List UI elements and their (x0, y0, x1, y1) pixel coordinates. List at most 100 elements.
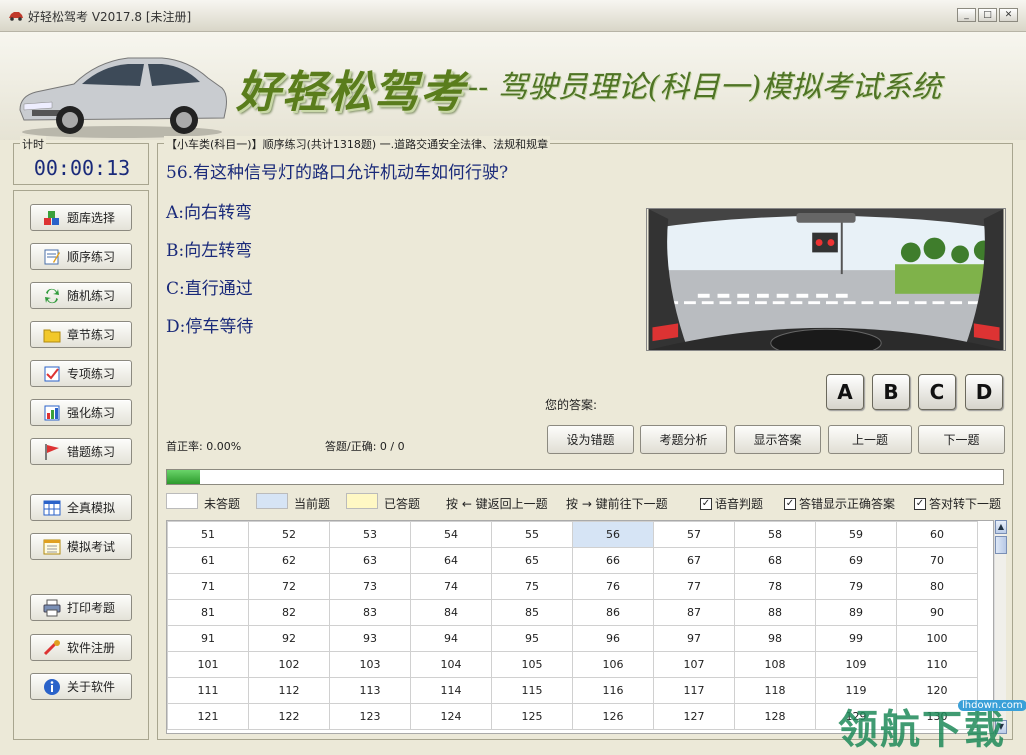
question-cell[interactable]: 58 (734, 521, 816, 548)
sidebar-item-intensive[interactable]: 强化练习 (30, 399, 132, 426)
question-cell[interactable]: 114 (410, 677, 492, 704)
question-cell[interactable]: 63 (329, 547, 411, 574)
sidebar-item-full-simulation[interactable]: 全真模拟 (30, 494, 132, 521)
sidebar-item-mock-exam[interactable]: 模拟考试 (30, 533, 132, 560)
question-cell[interactable]: 128 (734, 703, 816, 730)
question-cell[interactable]: 102 (248, 651, 330, 678)
sidebar-item-sequential[interactable]: 顺序练习 (30, 243, 132, 270)
question-cell[interactable]: 59 (815, 521, 897, 548)
question-cell[interactable]: 68 (734, 547, 816, 574)
question-cell[interactable]: 62 (248, 547, 330, 574)
prev-question-button[interactable]: 上一题 (828, 425, 912, 454)
question-cell[interactable]: 75 (491, 573, 573, 600)
question-cell[interactable]: 85 (491, 599, 573, 626)
question-cell[interactable]: 98 (734, 625, 816, 652)
question-cell[interactable]: 81 (167, 599, 249, 626)
analysis-button[interactable]: 考题分析 (640, 425, 727, 454)
answer-c-button[interactable]: C (918, 374, 956, 410)
question-cell[interactable]: 74 (410, 573, 492, 600)
question-cell[interactable]: 116 (572, 677, 654, 704)
question-cell[interactable]: 106 (572, 651, 654, 678)
minimize-button[interactable]: _ (957, 8, 976, 22)
question-cell[interactable]: 65 (491, 547, 573, 574)
question-cell[interactable]: 126 (572, 703, 654, 730)
auto-next-checkbox[interactable]: ✓ 答对转下一题 (914, 495, 1001, 512)
question-cell[interactable]: 92 (248, 625, 330, 652)
question-cell[interactable]: 57 (653, 521, 735, 548)
question-cell[interactable]: 90 (896, 599, 978, 626)
question-cell[interactable]: 94 (410, 625, 492, 652)
option-c[interactable]: C:直行通过 (166, 274, 253, 299)
question-cell[interactable]: 52 (248, 521, 330, 548)
question-cell[interactable]: 127 (653, 703, 735, 730)
show-answer-button[interactable]: 显示答案 (734, 425, 821, 454)
sidebar-item-print[interactable]: 打印考题 (30, 594, 132, 621)
question-cell[interactable]: 72 (248, 573, 330, 600)
question-cell[interactable]: 61 (167, 547, 249, 574)
question-cell[interactable]: 101 (167, 651, 249, 678)
sidebar-item-random[interactable]: 随机练习 (30, 282, 132, 309)
question-cell[interactable]: 79 (815, 573, 897, 600)
answer-b-button[interactable]: B (872, 374, 910, 410)
close-button[interactable]: ✕ (999, 8, 1018, 22)
question-cell[interactable]: 73 (329, 573, 411, 600)
question-cell[interactable]: 86 (572, 599, 654, 626)
question-cell[interactable]: 104 (410, 651, 492, 678)
question-cell[interactable]: 89 (815, 599, 897, 626)
question-cell[interactable]: 77 (653, 573, 735, 600)
question-cell[interactable]: 91 (167, 625, 249, 652)
sidebar-item-wrong[interactable]: 错题练习 (30, 438, 132, 465)
question-cell[interactable]: 100 (896, 625, 978, 652)
option-d[interactable]: D:停车等待 (166, 312, 253, 337)
question-cell[interactable]: 123 (329, 703, 411, 730)
sidebar-item-register[interactable]: 软件注册 (30, 634, 132, 661)
question-cell[interactable]: 122 (248, 703, 330, 730)
question-cell[interactable]: 95 (491, 625, 573, 652)
question-cell[interactable]: 121 (167, 703, 249, 730)
question-cell[interactable]: 93 (329, 625, 411, 652)
question-cell[interactable]: 96 (572, 625, 654, 652)
voice-judge-checkbox[interactable]: ✓ 语音判题 (700, 495, 763, 512)
question-cell[interactable]: 112 (248, 677, 330, 704)
question-cell[interactable]: 105 (491, 651, 573, 678)
show-correct-checkbox[interactable]: ✓ 答错显示正确答案 (784, 495, 895, 512)
question-cell[interactable]: 124 (410, 703, 492, 730)
question-cell[interactable]: 67 (653, 547, 735, 574)
question-cell[interactable]: 108 (734, 651, 816, 678)
question-cell[interactable]: 66 (572, 547, 654, 574)
question-cell[interactable]: 70 (896, 547, 978, 574)
question-cell[interactable]: 88 (734, 599, 816, 626)
question-cell[interactable]: 53 (329, 521, 411, 548)
question-cell[interactable]: 76 (572, 573, 654, 600)
question-cell[interactable]: 111 (167, 677, 249, 704)
question-cell[interactable]: 82 (248, 599, 330, 626)
scroll-up-icon[interactable]: ▲ (995, 520, 1007, 534)
question-cell[interactable]: 60 (896, 521, 978, 548)
sidebar-item-special[interactable]: 专项练习 (30, 360, 132, 387)
mark-wrong-button[interactable]: 设为错题 (547, 425, 634, 454)
question-cell[interactable]: 115 (491, 677, 573, 704)
question-cell[interactable]: 118 (734, 677, 816, 704)
question-cell[interactable]: 110 (896, 651, 978, 678)
answer-d-button[interactable]: D (965, 374, 1003, 410)
option-b[interactable]: B:向左转弯 (166, 236, 252, 261)
question-cell[interactable]: 125 (491, 703, 573, 730)
question-cell[interactable]: 107 (653, 651, 735, 678)
question-cell[interactable]: 109 (815, 651, 897, 678)
question-cell[interactable]: 54 (410, 521, 492, 548)
question-cell[interactable]: 51 (167, 521, 249, 548)
question-cell[interactable]: 71 (167, 573, 249, 600)
sidebar-item-question-bank[interactable]: 题库选择 (30, 204, 132, 231)
question-cell[interactable]: 55 (491, 521, 573, 548)
question-cell[interactable]: 87 (653, 599, 735, 626)
question-cell[interactable]: 97 (653, 625, 735, 652)
question-cell[interactable]: 69 (815, 547, 897, 574)
question-cell[interactable]: 113 (329, 677, 411, 704)
question-cell[interactable]: 117 (653, 677, 735, 704)
question-cell[interactable]: 64 (410, 547, 492, 574)
maximize-button[interactable]: □ (978, 8, 997, 22)
question-cell[interactable]: 103 (329, 651, 411, 678)
question-cell[interactable]: 78 (734, 573, 816, 600)
sidebar-item-about[interactable]: 关于软件 (30, 673, 132, 700)
question-cell[interactable]: 80 (896, 573, 978, 600)
